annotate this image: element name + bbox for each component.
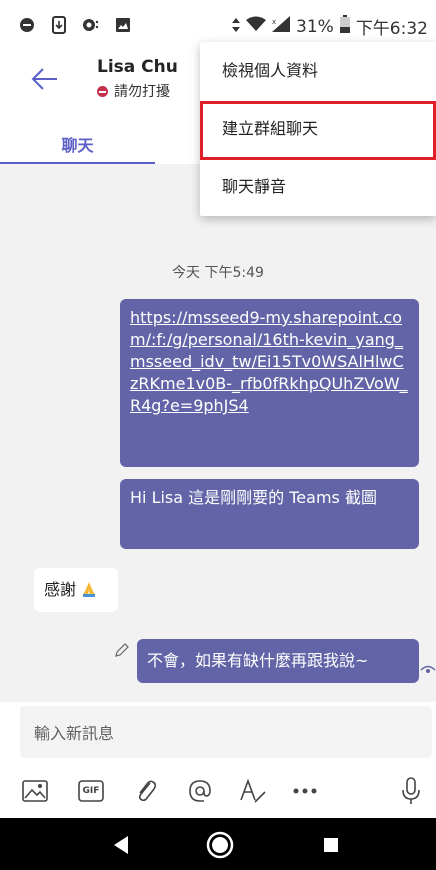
menu-item-view-profile[interactable]: 檢視個人資料: [200, 42, 436, 100]
phone-update-icon: [50, 16, 68, 34]
menu-item-mute-chat[interactable]: 聊天靜音: [200, 158, 436, 216]
outgoing-message[interactable]: Hi Lisa 這是剛剛要的 Teams 截圖: [120, 479, 419, 549]
battery-icon: [339, 15, 350, 38]
clock: 下午6:32: [355, 19, 428, 39]
settings-status-icon: [82, 16, 100, 34]
folded-hands-icon: [81, 570, 97, 597]
format-button[interactable]: [236, 774, 270, 808]
status-icons-right: x 31% 下午6:32: [232, 14, 428, 39]
circle-home-icon: [206, 831, 234, 859]
square-recents-icon: [324, 838, 338, 852]
mention-button[interactable]: [183, 774, 217, 808]
more-options-button[interactable]: [288, 774, 322, 808]
status-icons-left: [18, 16, 132, 34]
attach-icon: [138, 780, 157, 802]
image-button[interactable]: [18, 774, 52, 808]
menu-item-create-group-chat[interactable]: 建立群組聊天: [200, 100, 436, 158]
presence-status: 請勿打擾: [97, 81, 170, 101]
contact-name[interactable]: Lisa Chu: [97, 57, 178, 77]
back-button[interactable]: [28, 62, 62, 96]
arrow-left-icon: [31, 68, 57, 90]
message-input-box[interactable]: [20, 706, 432, 760]
system-back-button[interactable]: [106, 830, 136, 860]
image-notification-icon: [114, 16, 132, 34]
gif-label: GIF: [82, 786, 100, 796]
signal-icon: x: [272, 16, 291, 37]
mic-icon: [402, 777, 420, 804]
message-timestamp: 今天 下午5:49: [172, 265, 264, 281]
overflow-menu: 檢視個人資料 建立群組聊天 聊天靜音: [200, 42, 436, 216]
image-icon: [22, 780, 48, 802]
compose-toolbar: GIF: [0, 774, 436, 814]
incoming-message[interactable]: 感謝: [34, 568, 118, 612]
sharepoint-link[interactable]: https://msseed9-my.sharepoint.com/:f:/g/…: [130, 308, 408, 415]
triangle-back-icon: [114, 836, 128, 854]
system-recents-button[interactable]: [316, 830, 346, 860]
do-not-disturb-icon: [97, 85, 108, 97]
seen-eye-icon: [420, 662, 436, 678]
message-list[interactable]: 今天 下午5:49 https://msseed9-my.sharepoint.…: [0, 164, 436, 702]
data-arrows-icon: [232, 17, 241, 37]
attach-button[interactable]: [129, 774, 163, 808]
system-navigation-bar: [0, 818, 436, 870]
presence-label: 請勿打擾: [114, 84, 170, 100]
outgoing-reply[interactable]: 不會，如果有缺什麼再跟我說~: [137, 639, 419, 683]
message-input[interactable]: [20, 706, 416, 760]
gif-button[interactable]: GIF: [74, 774, 108, 808]
svg-text:x: x: [272, 18, 276, 26]
system-home-button[interactable]: [205, 830, 235, 860]
battery-percent: 31%: [296, 16, 334, 37]
microphone-button[interactable]: [394, 774, 428, 808]
compose-area: GIF: [0, 702, 436, 818]
format-icon: [240, 778, 266, 803]
dnd-status-icon: [18, 16, 36, 34]
tab-chat[interactable]: 聊天: [0, 122, 155, 165]
edited-pencil-icon: [114, 642, 130, 658]
wifi-icon: [246, 16, 267, 37]
incoming-message-text: 感謝: [44, 580, 77, 599]
mention-icon: [189, 780, 211, 802]
tab-chat-label: 聊天: [61, 136, 94, 155]
outgoing-message-link[interactable]: https://msseed9-my.sharepoint.com/:f:/g/…: [120, 299, 419, 467]
more-icon: [293, 788, 317, 794]
